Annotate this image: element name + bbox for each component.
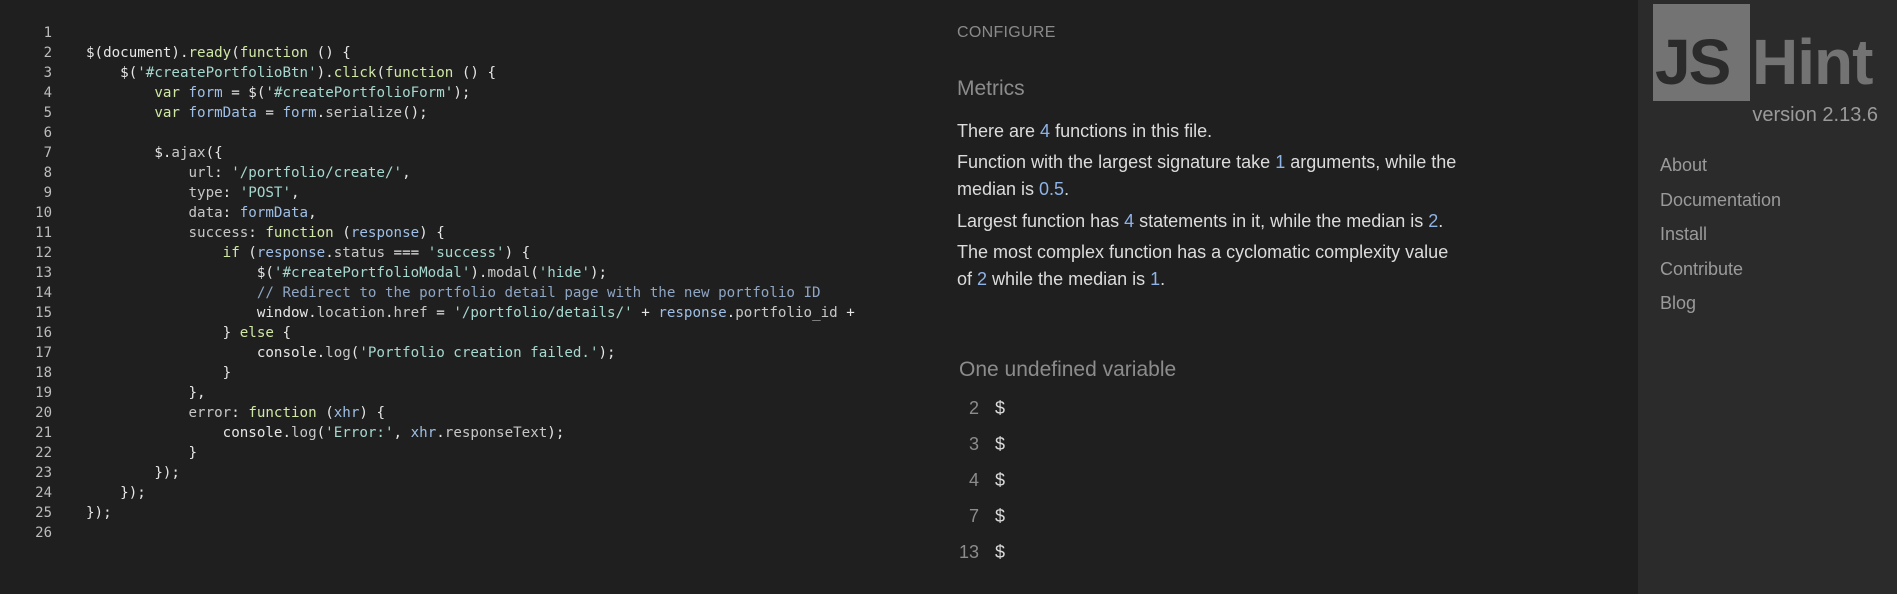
undefined-line-number: 2 bbox=[968, 398, 979, 418]
configure-link[interactable]: CONFIGURE bbox=[957, 24, 1056, 42]
code-line: url: '/portfolio/create/', bbox=[188, 165, 411, 181]
undefined-line-number: 13 bbox=[958, 542, 979, 562]
code-line: if (response.status === 'success') { bbox=[222, 245, 531, 261]
code-line: } else { bbox=[86, 325, 292, 341]
metrics-line: median is 0.5. bbox=[957, 179, 1070, 199]
line-number: 15 bbox=[35, 305, 52, 321]
metrics-line: Largest function has 4 statements in it,… bbox=[957, 211, 1444, 231]
code-line: $('#createPortfolioModal').modal('hide')… bbox=[86, 265, 608, 281]
line-number: 20 bbox=[35, 405, 52, 421]
undefined-line-number: 4 bbox=[968, 470, 979, 490]
line-number: 19 bbox=[35, 385, 52, 401]
code-line: var form = $('#createPortfolioForm'); bbox=[154, 85, 471, 101]
code-line: } bbox=[86, 365, 232, 381]
code-line: success: function (response) { bbox=[188, 225, 445, 241]
code-line: }); bbox=[86, 465, 180, 481]
line-number: 4 bbox=[43, 85, 52, 101]
line-number: 2 bbox=[43, 45, 52, 61]
line-number: 16 bbox=[35, 325, 52, 341]
line-number: 10 bbox=[35, 205, 52, 221]
undefined-line-number: 3 bbox=[968, 434, 979, 454]
code-line: $(document).ready(function () { bbox=[86, 45, 351, 61]
code-line: }); bbox=[86, 485, 146, 501]
code-line: var formData = form.serialize(); bbox=[154, 105, 428, 121]
code-line: data: formData, bbox=[188, 205, 317, 221]
line-number: 24 bbox=[35, 485, 52, 501]
undefined-variable: $ bbox=[995, 470, 1006, 490]
line-number: 21 bbox=[35, 425, 52, 441]
code-line: window.location.href = '/portfolio/detai… bbox=[86, 305, 855, 321]
line-number: 7 bbox=[43, 145, 52, 161]
metrics-line: The most complex function has a cyclomat… bbox=[957, 242, 1449, 262]
line-number: 5 bbox=[43, 105, 52, 121]
line-number: 8 bbox=[43, 165, 52, 181]
metrics-line: of 2 while the median is 1. bbox=[957, 269, 1166, 289]
line-number: 26 bbox=[35, 525, 52, 541]
code-line: // Redirect to the portfolio detail page… bbox=[256, 285, 821, 301]
nav-blog[interactable]: Blog bbox=[1660, 293, 1696, 314]
metrics-line: There are 4 functions in this file. bbox=[957, 121, 1213, 141]
code-line: } bbox=[86, 445, 198, 461]
version-label: version 2.13.6 bbox=[1752, 104, 1878, 126]
code-line: console.log('Portfolio creation failed.'… bbox=[86, 345, 616, 361]
sidebar: JS Hint version 2.13.6 About Documentati… bbox=[1638, 0, 1897, 594]
code-line: error: function (xhr) { bbox=[188, 405, 386, 421]
line-number: 11 bbox=[35, 225, 52, 241]
line-number: 6 bbox=[43, 125, 52, 141]
undefined-heading: One undefined variable bbox=[959, 358, 1177, 381]
line-number: 13 bbox=[35, 265, 52, 281]
logo-js-text: JS bbox=[1655, 26, 1731, 98]
undefined-line-number: 7 bbox=[968, 506, 979, 526]
line-number: 3 bbox=[43, 65, 52, 81]
report-panel: CONFIGURE Metrics There are 4 functions … bbox=[957, 0, 1517, 594]
code-line: console.log('Error:', xhr.responseText); bbox=[86, 425, 565, 441]
line-number: 22 bbox=[35, 445, 52, 461]
line-number: 12 bbox=[35, 245, 52, 261]
code-editor[interactable]: 1 2 $(document).ready(function () { 3 $('… bbox=[0, 0, 940, 594]
code-line: }); bbox=[86, 505, 112, 521]
line-number: 18 bbox=[35, 365, 52, 381]
metrics-heading: Metrics bbox=[957, 77, 1025, 100]
metrics-line: Function with the largest signature take… bbox=[957, 152, 1457, 172]
line-number: 17 bbox=[35, 345, 52, 361]
code-line: $.ajax({ bbox=[86, 145, 223, 161]
logo-hint-text: Hint bbox=[1752, 26, 1873, 98]
code-line: $('#createPortfolioBtn').click(function … bbox=[86, 65, 497, 81]
undefined-variable: $ bbox=[995, 506, 1006, 526]
line-number: 25 bbox=[35, 505, 52, 521]
nav-about[interactable]: About bbox=[1660, 155, 1707, 176]
undefined-variable: $ bbox=[995, 434, 1006, 454]
nav-contribute[interactable]: Contribute bbox=[1660, 259, 1743, 280]
nav-install[interactable]: Install bbox=[1660, 224, 1707, 245]
line-number: 9 bbox=[43, 185, 52, 201]
code-line: }, bbox=[86, 385, 206, 401]
undefined-variable: $ bbox=[995, 398, 1006, 418]
undefined-variable: $ bbox=[995, 542, 1006, 562]
line-number: 23 bbox=[35, 465, 52, 481]
nav-documentation[interactable]: Documentation bbox=[1660, 190, 1781, 211]
line-number: 14 bbox=[35, 285, 52, 301]
line-number: 1 bbox=[43, 25, 52, 41]
code-line: type: 'POST', bbox=[188, 185, 300, 201]
